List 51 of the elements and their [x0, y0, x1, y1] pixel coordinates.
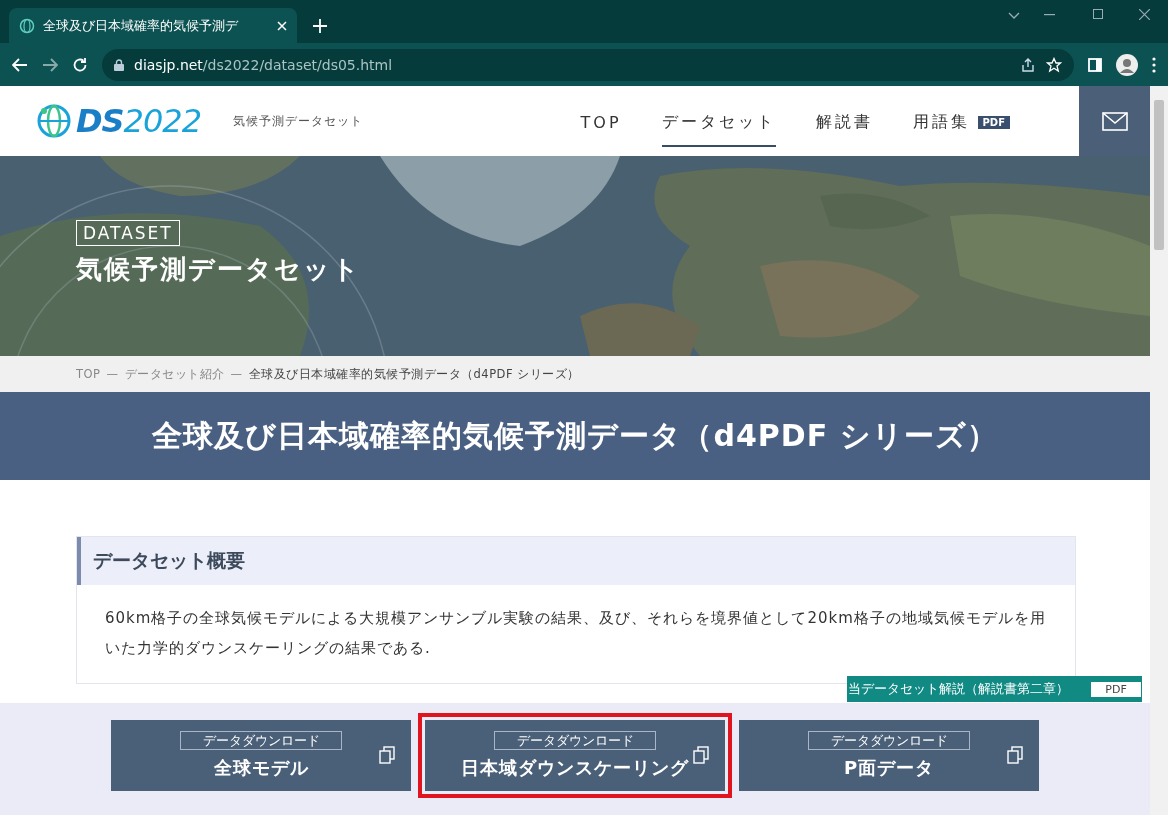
- download-button[interactable]: データダウンロード 全球モデル: [111, 719, 411, 791]
- button-label: 日本域ダウンスケーリング: [461, 755, 689, 780]
- side-panel-icon[interactable]: [1088, 57, 1102, 72]
- new-tab-icon[interactable]: [313, 19, 327, 33]
- chevron-down-icon[interactable]: [1008, 12, 1020, 20]
- mail-icon: [1101, 111, 1128, 131]
- tab-title: 全球及び日本域確率的気候予測デ: [43, 16, 240, 35]
- nav-tab[interactable]: データセット: [661, 99, 776, 147]
- button-caption: データダウンロード: [180, 730, 342, 750]
- star-icon[interactable]: [1046, 56, 1062, 73]
- button-label: P面データ: [843, 755, 935, 780]
- manual-link[interactable]: 当データセット解説（解説書第二章） PDF: [847, 676, 1142, 702]
- manual-link-label: 当データセット解説（解説書第二章）: [848, 680, 1069, 698]
- menu-icon[interactable]: [1152, 56, 1156, 73]
- maximize-icon[interactable]: [1093, 9, 1103, 19]
- logo[interactable]: DS2022: [76, 102, 202, 140]
- page-title: 全球及び日本域確率的気候予測データ（d4PDF シリーズ）: [0, 392, 1150, 480]
- breadcrumb-separator: —: [106, 367, 119, 381]
- copy-icon: [1007, 745, 1023, 764]
- minimize-icon[interactable]: [1044, 14, 1055, 16]
- copy-icon: [693, 745, 709, 764]
- back-icon[interactable]: [12, 57, 28, 72]
- reload-icon[interactable]: [72, 56, 88, 73]
- button-caption: データダウンロード: [808, 730, 970, 750]
- lock-icon: [114, 58, 124, 71]
- mail-button[interactable]: [1079, 86, 1150, 156]
- pdf-badge: PDF: [1091, 681, 1141, 697]
- address-field[interactable]: diasjp.net/ds2022/dataset/ds05.html: [102, 48, 1074, 81]
- nav-tab[interactable]: TOP: [580, 100, 622, 146]
- section-label: DATASET: [76, 220, 180, 246]
- overview-text: 60km格子の全球気候モデルによる大規模アンサンブル実験の結果、及び、それらを境界値として20km格子の地域気候モデルを用いた力学的ダウンスケーリングの結果である.: [104, 608, 1047, 659]
- button-caption: データダウンロード: [494, 730, 656, 750]
- nav-tab[interactable]: 解説書: [815, 99, 873, 147]
- site-subtitle: 気候予測データセット: [233, 112, 364, 130]
- pdf-badge: PDF: [977, 115, 1010, 129]
- button-label: 全球モデル: [213, 755, 309, 780]
- avatar-icon[interactable]: [1116, 53, 1138, 76]
- copy-icon: [379, 745, 395, 764]
- browser-tab[interactable]: 全球及び日本域確率的気候予測デ: [9, 8, 297, 43]
- breadcrumb-separator: —: [230, 367, 243, 381]
- card-heading: データセット概要: [77, 537, 1075, 585]
- globe-icon: [19, 17, 35, 34]
- scrollbar[interactable]: [1150, 86, 1168, 815]
- nav-tab[interactable]: 用語集 PDF: [912, 99, 1010, 147]
- breadcrumb-current: 全球及び日本域確率的気候予測データ（d4PDF シリーズ）: [248, 366, 580, 382]
- share-icon[interactable]: [1020, 56, 1036, 73]
- hero-title: 気候予測データセット: [76, 253, 361, 286]
- forward-icon[interactable]: [42, 57, 58, 72]
- close-icon[interactable]: [1139, 9, 1150, 20]
- download-button[interactable]: データダウンロード P面データ: [739, 719, 1039, 791]
- download-button[interactable]: データダウンロード 日本域ダウンスケーリング: [425, 719, 725, 791]
